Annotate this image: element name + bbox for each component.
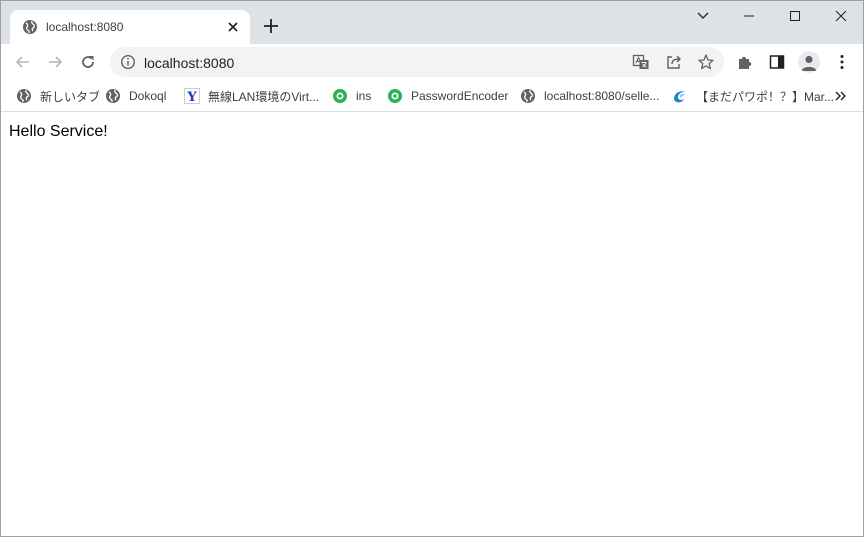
minimize-icon <box>744 15 754 17</box>
globe-icon <box>23 20 37 34</box>
arrow-right-icon <box>49 56 63 68</box>
window-close-button[interactable] <box>818 1 863 31</box>
active-tab[interactable]: localhost:8080 <box>10 10 250 44</box>
toolbar: localhost:8080 <box>1 44 863 80</box>
page-content: Hello Service! <box>1 113 863 536</box>
browser-window: localhost:8080 localhost:8080 新しいタブ Doko… <box>0 0 864 537</box>
maximize-button[interactable] <box>772 1 818 31</box>
globe-icon <box>17 89 31 103</box>
info-icon[interactable] <box>120 54 136 70</box>
extensions-button[interactable] <box>736 53 754 71</box>
yahoo-icon: Y <box>184 88 200 104</box>
minimize-button[interactable] <box>726 1 772 31</box>
side-panel-icon <box>769 55 785 69</box>
bookmarks-bar: 新しいタブ Dokoql Y 無線LAN環境のVirt... ins Passw… <box>1 80 863 112</box>
address-bar[interactable]: localhost:8080 <box>110 47 724 77</box>
reload-button[interactable] <box>76 50 100 74</box>
forward-button[interactable] <box>43 50 67 74</box>
side-panel-button[interactable] <box>768 53 786 71</box>
bookmark-label: Dokoql <box>129 89 167 103</box>
bookmark-label: PasswordEncoder <box>411 89 509 103</box>
reload-icon <box>82 56 94 68</box>
bookmark-item[interactable]: Dokoql <box>105 86 166 106</box>
bookmark-item[interactable]: localhost:8080/selle... <box>520 86 659 106</box>
swirl-icon <box>674 91 686 103</box>
tab-strip: localhost:8080 <box>1 1 863 44</box>
back-button[interactable] <box>11 50 35 74</box>
kebab-menu-icon <box>840 55 844 69</box>
double-chevron-right-icon[interactable] <box>833 88 849 104</box>
tab-search-button[interactable] <box>680 1 726 31</box>
bookmark-item[interactable]: 新しいタブ <box>16 86 100 106</box>
bookmark-label: 無線LAN環境のVirt... <box>208 89 320 104</box>
maximize-icon <box>790 11 800 21</box>
page-text: Hello Service! <box>9 123 108 140</box>
bookmark-label: 【まだパワポ！？】Mar... <box>696 89 835 104</box>
bookmark-item[interactable]: Y 無線LAN環境のVirt... <box>184 86 319 106</box>
globe-icon <box>521 89 535 103</box>
green-circle-icon <box>388 89 402 103</box>
bookmark-item[interactable]: ins <box>332 86 371 106</box>
close-icon <box>835 10 847 22</box>
arrow-left-icon <box>15 56 29 68</box>
new-tab-icon[interactable] <box>262 17 280 35</box>
puzzle-icon <box>739 56 752 69</box>
bookmark-label: ins <box>356 89 372 103</box>
bookmark-item[interactable]: PasswordEncoder <box>387 86 508 106</box>
globe-icon <box>106 89 120 103</box>
translate-icon[interactable] <box>632 53 650 71</box>
star-icon[interactable] <box>697 53 715 71</box>
tab-close-icon[interactable] <box>225 19 241 35</box>
bookmark-label: 新しいタブ <box>40 89 101 104</box>
url-text[interactable]: localhost:8080 <box>144 55 234 71</box>
chevron-down-icon <box>697 12 709 19</box>
bookmark-label: localhost:8080/selle... <box>544 89 660 103</box>
share-icon[interactable] <box>665 53 683 71</box>
person-icon <box>801 55 817 71</box>
green-circle-icon <box>333 89 347 103</box>
bookmark-item[interactable]: 【まだパワポ！？】Mar... <box>672 86 834 106</box>
svg-text:Y: Y <box>186 90 197 104</box>
menu-button[interactable] <box>833 53 851 71</box>
tab-title: localhost:8080 <box>46 20 124 34</box>
profile-avatar[interactable] <box>798 51 820 73</box>
